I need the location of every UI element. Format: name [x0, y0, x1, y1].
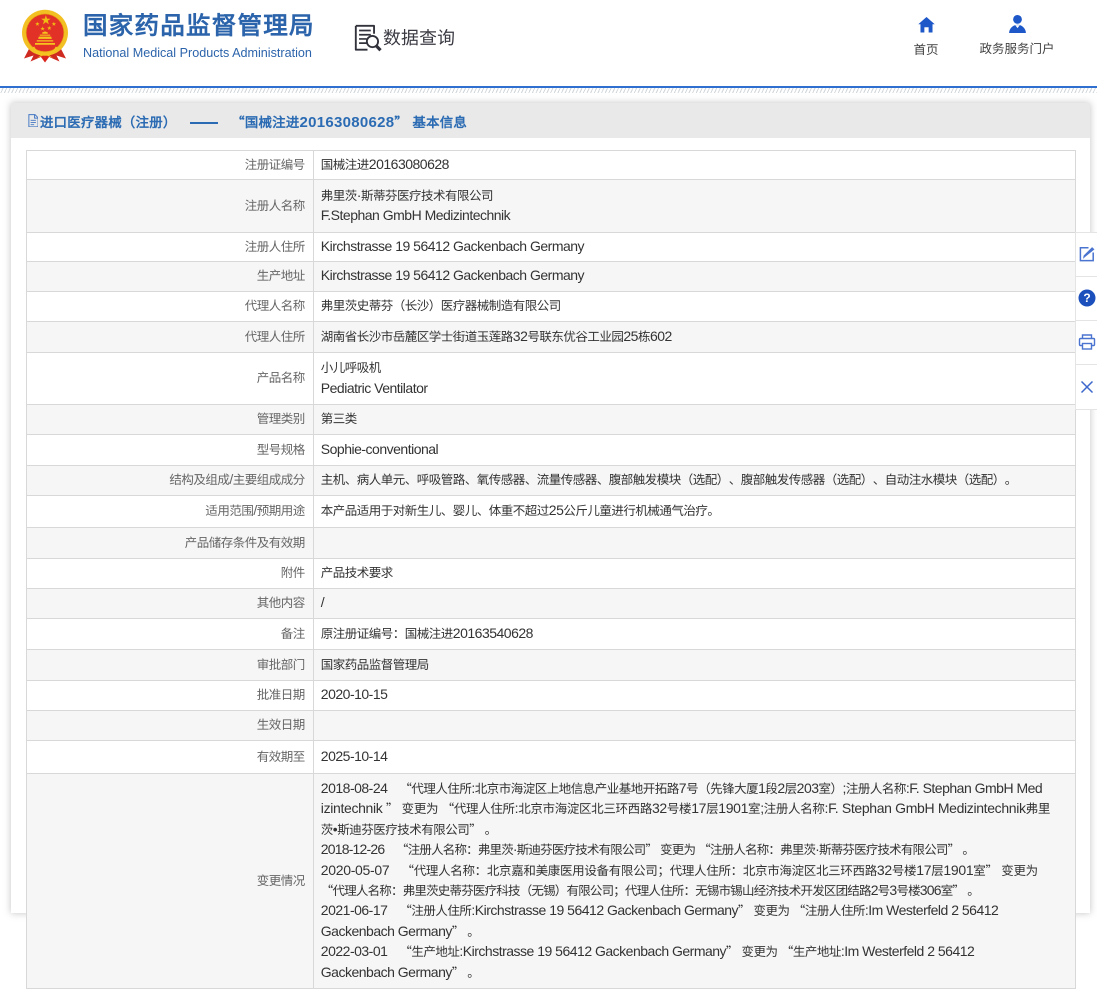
- svg-text:?: ?: [1083, 291, 1090, 305]
